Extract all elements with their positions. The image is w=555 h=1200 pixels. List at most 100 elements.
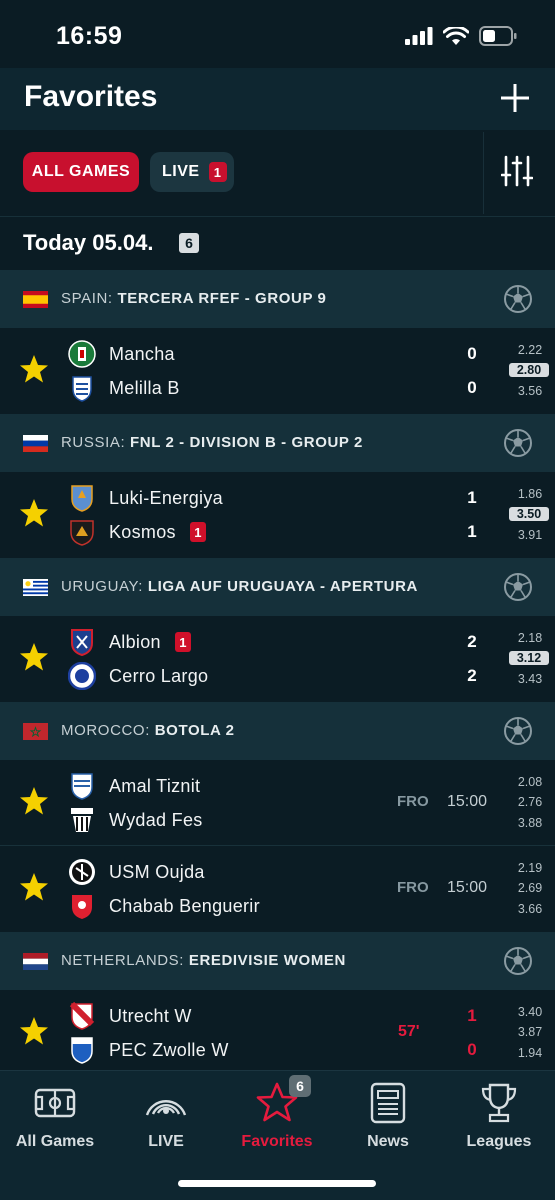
- home-team-name: Utrecht W: [109, 1005, 192, 1026]
- soccer-ball-icon: [504, 573, 532, 601]
- pec-zwolle-crest-icon: [71, 1037, 93, 1064]
- russia-flag-icon: [23, 435, 48, 452]
- filter-bar: ALL GAMES LIVE 1: [0, 132, 555, 214]
- away-score: 1: [467, 522, 477, 541]
- odds-home[interactable]: 2.19: [507, 861, 553, 875]
- away-score: 2: [467, 666, 477, 685]
- favorite-star-icon[interactable]: [19, 786, 49, 816]
- league-header-spain[interactable]: SPAIN: TERCERA RFEF - GROUP 9: [0, 270, 555, 328]
- league-header-uruguay[interactable]: URUGUAY: LIGA AUF URUGUAYA - APERTURA: [0, 558, 555, 616]
- league-name: LIGA AUF URUGUAYA - APERTURA: [147, 578, 418, 595]
- trophy-icon: [481, 1083, 517, 1123]
- luki-energiya-crest-icon: [71, 485, 93, 512]
- odds-draw[interactable]: 3.87: [507, 1025, 553, 1039]
- away-team-name: Chabab Benguerir: [109, 895, 260, 916]
- away-team: Melilla B: [68, 373, 180, 403]
- away-team: Chabab Benguerir: [68, 891, 260, 921]
- soccer-ball-icon: [504, 717, 532, 745]
- odds-away[interactable]: 3.56: [507, 384, 553, 398]
- odds-home[interactable]: 1.86: [507, 487, 553, 501]
- match-row-usm-oujda[interactable]: USM Oujda Chabab Benguerir FRO 15:00 2.1…: [0, 846, 555, 932]
- odds-draw[interactable]: 2.80: [509, 363, 549, 377]
- away-team: Wydad Fes: [68, 805, 203, 835]
- favorite-star-icon[interactable]: [19, 498, 49, 528]
- match-row-amal-tiznit[interactable]: Amal Tiznit Wydad Fes FRO 15:00 2.08 2.7…: [0, 760, 555, 846]
- amal-tiznit-crest-icon: [71, 773, 93, 800]
- soccer-ball-icon: [504, 947, 532, 975]
- favorite-star-icon[interactable]: [19, 1016, 49, 1046]
- home-team-name: Mancha: [109, 343, 175, 364]
- kosmos-crest-icon: [70, 520, 94, 546]
- league-header-netherlands[interactable]: NETHERLANDS: EREDIVISIE WOMEN: [0, 932, 555, 990]
- match-row-mancha[interactable]: Mancha Melilla B 0 0 2.22 2.80 3.56: [0, 328, 555, 414]
- odds-home[interactable]: 2.18: [507, 631, 553, 645]
- home-team-name: Luki-Energiya: [109, 487, 223, 508]
- home-score: 2: [467, 632, 477, 651]
- all-games-filter-button[interactable]: ALL GAMES: [23, 152, 139, 192]
- odds-away[interactable]: 3.43: [507, 672, 553, 686]
- league-header-russia[interactable]: RUSSIA: FNL 2 - DIVISION B - GROUP 2: [0, 414, 555, 472]
- league-name: BOTOLA 2: [154, 722, 235, 739]
- odds-away[interactable]: 1.94: [507, 1046, 553, 1060]
- odds-home[interactable]: 3.40: [507, 1005, 553, 1019]
- favorite-star-icon[interactable]: [19, 642, 49, 672]
- odds-away[interactable]: 3.66: [507, 902, 553, 916]
- odds-home[interactable]: 2.08: [507, 775, 553, 789]
- tab-all-games[interactable]: All Games: [0, 1081, 110, 1151]
- tab-favorites[interactable]: 6 Favorites: [222, 1075, 332, 1151]
- red-card-badge: 1: [189, 522, 206, 542]
- status-icons: [405, 26, 517, 46]
- home-score: 1: [467, 1006, 477, 1025]
- odds-away[interactable]: 3.91: [507, 528, 553, 542]
- league-country: SPAIN:: [61, 290, 113, 307]
- tab-live[interactable]: LIVE: [111, 1081, 221, 1151]
- battery-icon: [479, 26, 517, 46]
- live-filter-button[interactable]: LIVE 1: [150, 152, 234, 192]
- odds-draw[interactable]: 2.69: [507, 881, 553, 895]
- match-row-luki-energiya[interactable]: Luki-Energiya Kosmos 1 1 1 1.86 3.50 3.9…: [0, 472, 555, 558]
- favorite-star-icon[interactable]: [19, 354, 49, 384]
- match-row-utrecht-w[interactable]: Utrecht W PEC Zwolle W 57' 1 0 3.40 3.87…: [0, 990, 555, 1076]
- home-team: Mancha: [68, 339, 175, 369]
- status-time: 16:59: [56, 22, 123, 50]
- league-country: MOROCCO:: [61, 722, 150, 739]
- signal-icon: [405, 27, 433, 45]
- sliders-icon[interactable]: [501, 154, 533, 188]
- league-name: FNL 2 - DIVISION B - GROUP 2: [130, 434, 363, 451]
- all-games-filter-label: ALL GAMES: [31, 163, 131, 180]
- league-country: RUSSIA:: [61, 434, 126, 451]
- match-row-albion[interactable]: Albion 1 Cerro Largo 2 2 2.18 3.12 3.43: [0, 616, 555, 702]
- favorite-star-icon[interactable]: [19, 872, 49, 902]
- away-team: Kosmos 1: [68, 517, 206, 547]
- odds-draw[interactable]: 2.76: [507, 795, 553, 809]
- kickoff-time: 15:00: [447, 793, 488, 810]
- odds-away[interactable]: 3.88: [507, 816, 553, 830]
- home-score: 1: [467, 488, 477, 507]
- away-team: PEC Zwolle W: [68, 1035, 229, 1065]
- away-team: Cerro Largo: [68, 661, 208, 691]
- league-header-morocco[interactable]: MOROCCO: BOTOLA 2: [0, 702, 555, 760]
- wydad-fes-crest-icon: [71, 808, 93, 832]
- home-team-name: USM Oujda: [109, 861, 205, 882]
- tab-news[interactable]: News: [333, 1081, 443, 1151]
- mancha-crest-icon: [68, 340, 96, 368]
- date-header: Today 05.04. 6: [0, 216, 555, 268]
- page-title: Favorites: [24, 80, 158, 113]
- home-indicator: [178, 1180, 376, 1187]
- red-card-badge: 1: [174, 632, 191, 652]
- kickoff-time: 15:00: [447, 879, 488, 896]
- away-score: 0: [467, 378, 477, 397]
- albion-crest-icon: [71, 629, 93, 656]
- favorites-count-badge: 6: [289, 1075, 311, 1097]
- odds-home[interactable]: 2.22: [507, 343, 553, 357]
- tab-label: All Games: [15, 1133, 95, 1150]
- tab-leagues[interactable]: Leagues: [444, 1081, 554, 1151]
- header: Favorites: [0, 68, 555, 130]
- add-icon[interactable]: [499, 82, 531, 114]
- status-bar: 16:59: [0, 0, 555, 68]
- odds-draw[interactable]: 3.12: [509, 651, 549, 665]
- home-team: Amal Tiznit: [68, 771, 200, 801]
- tab-label: Favorites: [241, 1133, 313, 1150]
- odds-draw[interactable]: 3.50: [509, 507, 549, 521]
- live-count-badge: 1: [208, 162, 227, 182]
